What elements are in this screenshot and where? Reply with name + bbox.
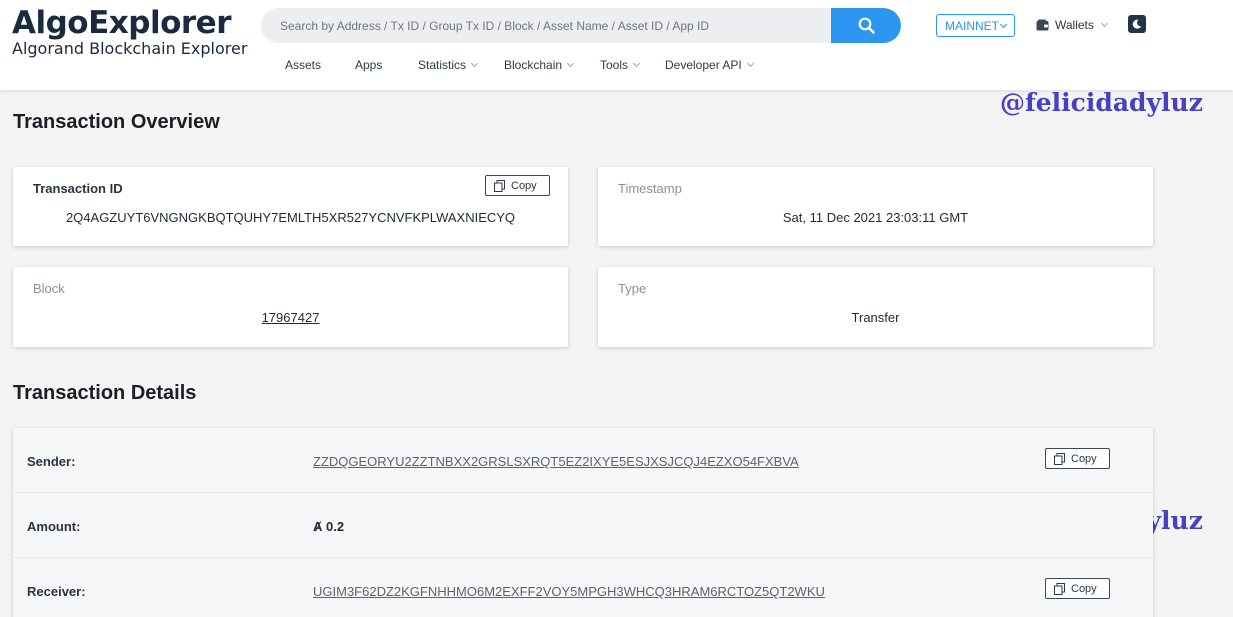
copy-sender-button[interactable]: Copy	[1045, 448, 1110, 469]
nav-label: Blockchain	[504, 58, 563, 72]
nav-item-apps[interactable]: Apps	[355, 58, 382, 72]
type-card: Type Transfer	[598, 267, 1153, 347]
block-card: Block 17967427	[13, 267, 568, 347]
block-value: 17967427	[13, 310, 568, 325]
copy-label: Copy	[1071, 452, 1097, 465]
receiver-row: Receiver: UGIM3F62DZ2KGFNHHMO6M2EXFF2VOY…	[13, 558, 1153, 617]
nav-item-tools[interactable]: Tools	[600, 58, 641, 72]
overview-title: Transaction Overview	[13, 111, 220, 133]
timestamp-label: Timestamp	[618, 181, 682, 196]
nav-label: Assets	[285, 58, 322, 72]
amount-number: 0.2	[326, 519, 345, 534]
search-bar	[261, 8, 901, 43]
nav-label: Statistics	[418, 58, 467, 72]
nav-item-developer-api[interactable]: Developer API	[665, 58, 754, 72]
amount-label: Amount:	[27, 519, 81, 534]
copy-icon	[494, 179, 505, 192]
search-button[interactable]	[831, 8, 901, 43]
sender-label: Sender:	[27, 454, 76, 469]
chevron-down-icon	[566, 59, 575, 68]
copy-label: Copy	[511, 179, 537, 192]
amount-value: Ⱥ 0.2	[313, 519, 344, 534]
search-icon	[858, 17, 875, 34]
logo-title: AlgoExplorer	[12, 5, 232, 41]
transaction-id-card: Transaction ID Copy 2Q4AGZUYT6VNGNGKBQTQ…	[13, 167, 568, 246]
block-label: Block	[33, 281, 65, 296]
copy-receiver-button[interactable]: Copy	[1045, 578, 1110, 599]
sender-row: Sender: ZZDQGEORYU2ZZTNBXX2GRSLSXRQT5EZ2…	[13, 428, 1153, 493]
amount-row: Amount: Ⱥ 0.2	[13, 493, 1153, 558]
copy-icon	[1054, 452, 1065, 465]
transaction-details-table: Sender: ZZDQGEORYU2ZZTNBXX2GRSLSXRQT5EZ2…	[13, 428, 1153, 617]
site-logo[interactable]: AlgoExplorer Algorand Blockchain Explore…	[12, 6, 247, 58]
wallet-icon	[1036, 19, 1049, 31]
chevron-down-icon	[999, 20, 1008, 28]
type-value: Transfer	[851, 310, 900, 325]
theme-toggle[interactable]	[1128, 15, 1146, 33]
nav-label: Developer API	[665, 58, 742, 72]
type-label: Type	[618, 281, 647, 296]
copy-label: Copy	[1071, 582, 1097, 595]
nav-item-statistics[interactable]: Statistics	[418, 58, 479, 72]
chevron-down-icon	[632, 59, 641, 68]
moon-icon	[1132, 19, 1142, 29]
chevron-down-icon	[470, 59, 479, 68]
main-nav: Assets Apps Statistics Blockchain Tools …	[0, 58, 1233, 76]
network-selector[interactable]: MAINNET	[936, 14, 1015, 37]
nav-item-assets[interactable]: Assets	[285, 58, 321, 72]
details-title: Transaction Details	[13, 382, 197, 404]
nav-label: Apps	[355, 58, 383, 72]
top-header: AlgoExplorer Algorand Blockchain Explore…	[0, 0, 1233, 90]
nav-label: Tools	[600, 58, 629, 72]
chevron-down-icon	[1100, 19, 1108, 28]
network-label: MAINNET	[945, 18, 999, 33]
logo-subtitle: Algorand Blockchain Explorer	[12, 39, 248, 58]
search-input[interactable]	[261, 8, 831, 43]
wallets-menu[interactable]: Wallets	[1036, 16, 1108, 34]
wallets-label: Wallets	[1055, 18, 1094, 32]
transaction-id-label: Transaction ID	[33, 181, 123, 196]
receiver-label: Receiver:	[27, 584, 86, 599]
receiver-address-link[interactable]: UGIM3F62DZ2KGFNHHMO6M2EXFF2VOY5MPGH3WHCQ…	[313, 584, 825, 599]
copy-transaction-id-button[interactable]: Copy	[485, 175, 550, 196]
copy-icon	[1054, 582, 1065, 595]
algo-symbol-icon: Ⱥ	[313, 519, 323, 534]
timestamp-card: Timestamp Sat, 11 Dec 2021 23:03:11 GMT	[598, 167, 1153, 246]
nav-item-blockchain[interactable]: Blockchain	[504, 58, 575, 72]
watermark-text: @felicidadyluz	[1000, 88, 1203, 117]
transaction-id-value: 2Q4AGZUYT6VNGNGKBQTQUHY7EMLTH5XR527YCNVF…	[65, 210, 516, 225]
sender-address-link[interactable]: ZZDQGEORYU2ZZTNBXX2GRSLSXRQT5EZ2IXYE5ESJ…	[313, 454, 799, 469]
block-link[interactable]: 17967427	[262, 310, 320, 325]
timestamp-value: Sat, 11 Dec 2021 23:03:11 GMT	[782, 210, 969, 225]
chevron-down-icon	[746, 59, 754, 68]
